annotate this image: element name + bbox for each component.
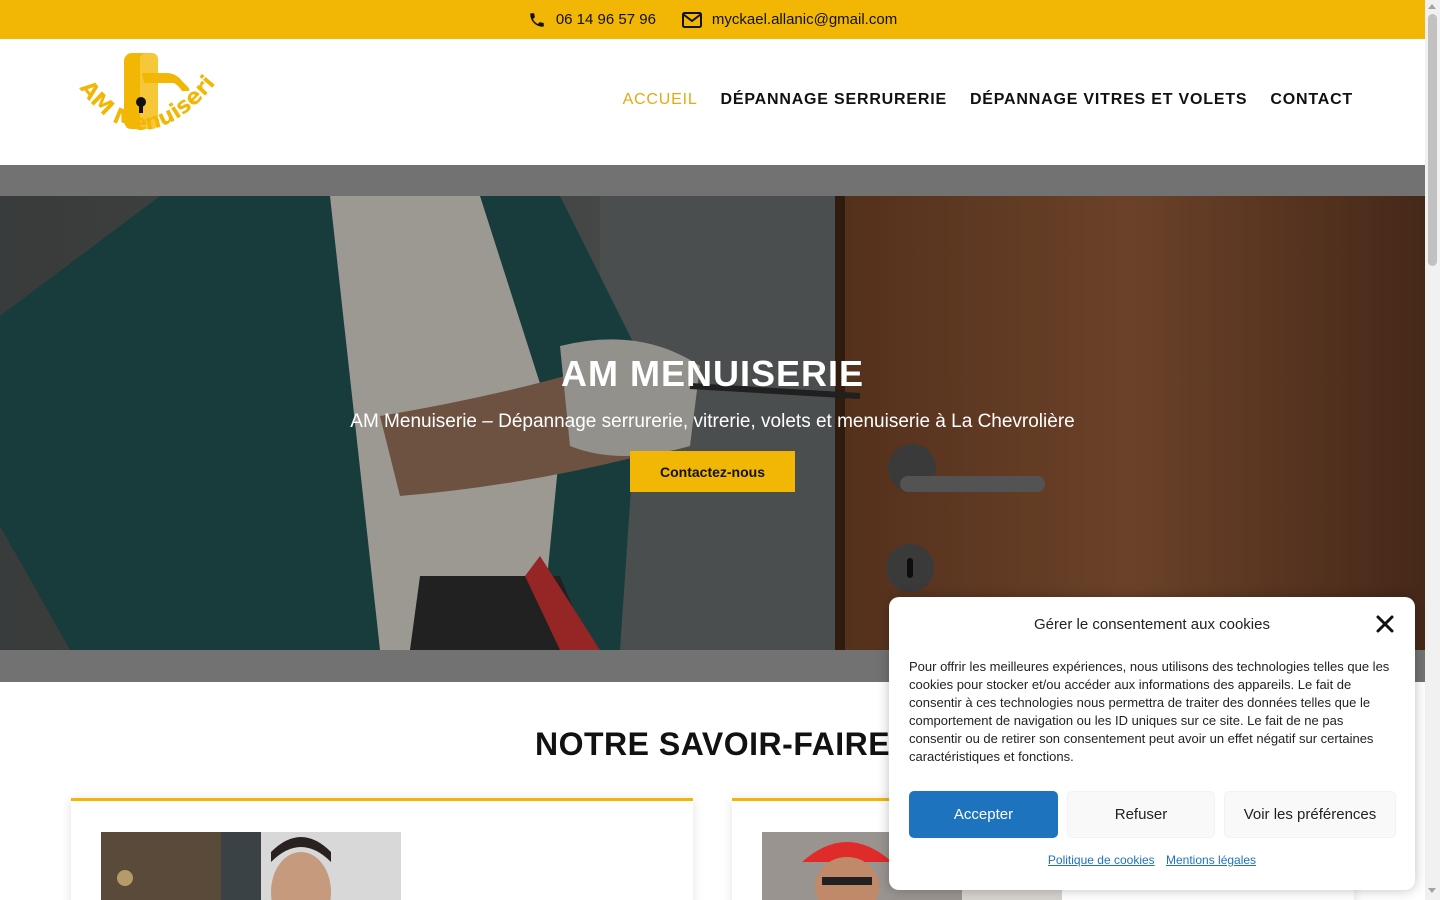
hero-title: AM MENUISERIE — [560, 353, 865, 394]
email-address[interactable]: myckael.allanic@gmail.com — [712, 11, 897, 28]
main-navigation: ACCUEIL DÉPANNAGE SERRURERIE DÉPANNAGE V… — [623, 91, 1353, 109]
cookie-links: Politique de cookies Mentions légales — [889, 853, 1415, 867]
view-preferences-button[interactable]: Voir les préférences — [1224, 791, 1396, 838]
phone-number[interactable]: 06 14 96 57 96 — [556, 11, 656, 28]
service-card-image — [101, 832, 401, 900]
email-contact[interactable]: myckael.allanic@gmail.com — [681, 11, 897, 28]
site-header: AM Menuiserie ACCUEIL DÉPANNAGE SERRURER… — [0, 32, 1425, 165]
envelope-icon — [681, 11, 702, 28]
service-card[interactable] — [71, 798, 693, 900]
cookie-dialog-title: Gérer le consentement aux cookies — [1034, 616, 1270, 633]
contact-us-button[interactable]: Contactez-nous — [630, 451, 795, 492]
accept-cookies-button[interactable]: Accepter — [909, 791, 1058, 838]
hero-subtitle: AM Menuiserie – Dépannage serrurerie, vi… — [350, 411, 1075, 432]
legal-notice-link[interactable]: Mentions légales — [1166, 853, 1256, 867]
phone-icon — [528, 11, 546, 29]
site-logo[interactable]: AM Menuiserie — [63, 32, 225, 155]
cookie-policy-link[interactable]: Politique de cookies — [1048, 853, 1155, 867]
refuse-cookies-button[interactable]: Refuser — [1067, 791, 1215, 838]
scrollbar-thumb[interactable] — [1428, 14, 1437, 266]
cookie-dialog-text: Pour offrir les meilleures expériences, … — [909, 659, 1390, 764]
nav-item-depannage-serrurerie[interactable]: DÉPANNAGE SERRURERIE — [721, 91, 947, 109]
close-icon[interactable] — [1375, 614, 1395, 634]
scroll-up-arrow-icon[interactable] — [1428, 4, 1436, 9]
phone-contact[interactable]: 06 14 96 57 96 — [528, 11, 656, 29]
nav-item-depannage-vitres-volets[interactable]: DÉPANNAGE VITRES ET VOLETS — [970, 91, 1247, 109]
scroll-down-arrow-icon[interactable] — [1428, 888, 1436, 893]
nav-item-accueil[interactable]: ACCUEIL — [623, 91, 698, 109]
cookie-consent-dialog: Gérer le consentement aux cookies Pour o… — [889, 597, 1415, 890]
page-scrollbar[interactable] — [1425, 0, 1440, 900]
top-contact-bar: 06 14 96 57 96 myckael.allanic@gmail.com — [0, 0, 1425, 39]
nav-item-contact[interactable]: CONTACT — [1270, 91, 1353, 109]
